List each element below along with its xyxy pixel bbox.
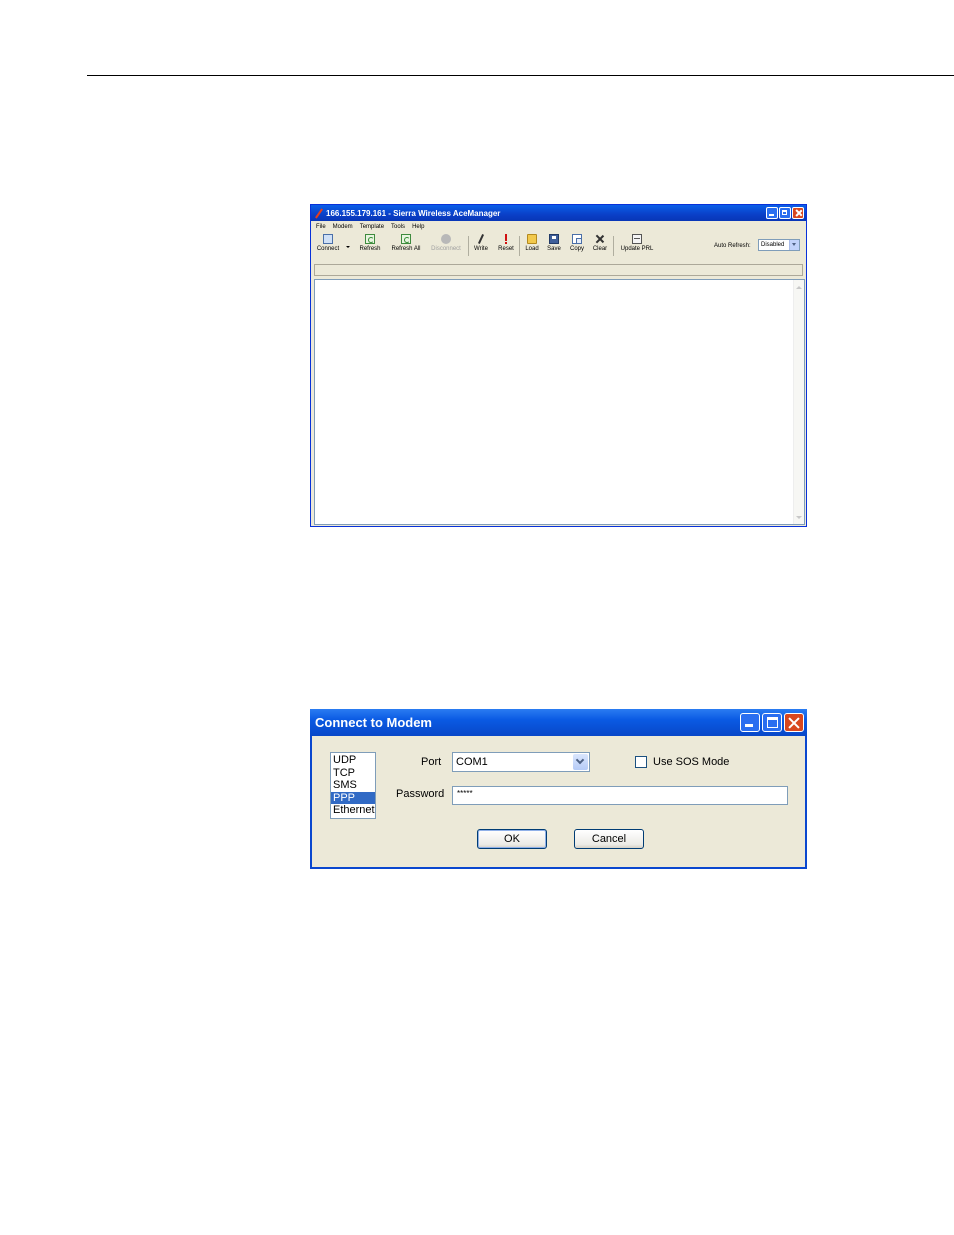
dialog-close-button[interactable] (784, 713, 804, 732)
minimize-button[interactable] (766, 207, 778, 219)
refresh-all-icon (401, 234, 411, 244)
dialog-maximize-button[interactable] (762, 713, 782, 732)
connect-button[interactable]: Connect (314, 234, 342, 252)
clear-label: Clear (592, 246, 608, 252)
pencil-icon (476, 234, 486, 244)
update-prl-icon (632, 234, 642, 244)
update-prl-label: Update PRL (620, 246, 654, 252)
exclamation-icon (501, 234, 511, 244)
port-select[interactable]: COM1 (452, 752, 590, 772)
close-button[interactable] (792, 207, 804, 219)
refresh-icon (365, 234, 375, 244)
refresh-button[interactable]: Refresh (356, 234, 384, 252)
toolbar-separator (613, 236, 614, 256)
port-value: COM1 (456, 756, 488, 768)
password-field[interactable]: ***** (452, 786, 788, 805)
floppy-disk-icon (549, 234, 559, 244)
write-button[interactable]: Write (467, 234, 495, 252)
acemanager-titlebar[interactable]: 166.155.179.161 - Sierra Wireless AceMan… (311, 205, 806, 221)
app-pen-icon (314, 209, 323, 218)
refresh-all-button[interactable]: Refresh All (391, 234, 421, 252)
protocol-listbox[interactable]: UDP TCP SMS PPP Ethernet (330, 752, 376, 819)
protocol-option-sms[interactable]: SMS (331, 779, 375, 792)
password-value: ***** (457, 789, 473, 798)
connect-icon (323, 234, 333, 244)
protocol-option-ppp[interactable]: PPP (331, 791, 375, 804)
disconnect-button[interactable]: Disconnect (431, 234, 461, 252)
menu-tools[interactable]: Tools (391, 224, 405, 230)
protocol-option-udp[interactable]: UDP (331, 754, 375, 767)
connect-to-modem-dialog: Connect to Modem UDP TCP SMS PPP Etherne… (310, 709, 807, 869)
update-prl-button[interactable]: Update PRL (620, 234, 654, 252)
protocol-option-tcp[interactable]: TCP (331, 767, 375, 780)
dialog-minimize-button[interactable] (740, 713, 760, 732)
password-label: Password (396, 788, 445, 800)
load-label: Load (525, 246, 539, 252)
use-sos-mode-label[interactable]: Use SOS Mode (653, 756, 729, 768)
chevron-down-icon[interactable] (789, 240, 799, 250)
disconnect-label: Disconnect (431, 246, 461, 252)
reset-label: Reset (498, 246, 514, 252)
folder-open-icon (527, 234, 537, 244)
menu-help[interactable]: Help (412, 224, 424, 230)
toolbar: Connect Refresh Refresh All Disconnect W… (311, 232, 806, 262)
port-label: Port (421, 756, 442, 768)
auto-refresh-value: Disabled (761, 242, 785, 248)
copy-icon (572, 234, 582, 244)
content-pane[interactable] (314, 279, 805, 525)
auto-refresh-label: Auto Refresh: (714, 243, 751, 249)
protocol-option-ethernet[interactable]: Ethernet (331, 804, 375, 817)
x-clear-icon (595, 234, 605, 244)
scroll-up-icon[interactable] (795, 282, 803, 290)
menu-bar: File Modem Template Tools Help (311, 221, 806, 232)
clear-button[interactable]: Clear (586, 234, 614, 252)
connect-dropdown-arrow-icon[interactable] (346, 246, 350, 250)
dialog-titlebar[interactable]: Connect to Modem (310, 709, 807, 736)
auto-refresh-select[interactable]: Disabled (758, 239, 800, 251)
connect-label: Connect (316, 246, 340, 252)
vertical-scrollbar[interactable] (793, 280, 804, 524)
acemanager-window: 166.155.179.161 - Sierra Wireless AceMan… (310, 204, 807, 527)
status-bar (314, 264, 803, 276)
write-label: Write (474, 246, 488, 252)
cancel-button[interactable]: Cancel (574, 829, 644, 849)
disconnect-icon (441, 234, 451, 244)
maximize-button[interactable] (779, 207, 791, 219)
dialog-title: Connect to Modem (315, 715, 432, 730)
menu-file[interactable]: File (316, 224, 326, 230)
refresh-label: Refresh (359, 246, 381, 252)
use-sos-mode-checkbox[interactable] (635, 756, 647, 768)
reset-button[interactable]: Reset (492, 234, 520, 252)
chevron-down-icon[interactable] (573, 754, 588, 770)
copy-label: Copy (569, 246, 584, 252)
refresh-all-label: Refresh All (391, 246, 421, 252)
acemanager-title: 166.155.179.161 - Sierra Wireless AceMan… (326, 208, 501, 218)
page-top-rule (87, 75, 954, 76)
menu-modem[interactable]: Modem (333, 224, 353, 230)
menu-template[interactable]: Template (360, 224, 384, 230)
ok-button[interactable]: OK (477, 829, 547, 849)
save-label: Save (547, 246, 561, 252)
scroll-down-icon[interactable] (795, 514, 803, 522)
